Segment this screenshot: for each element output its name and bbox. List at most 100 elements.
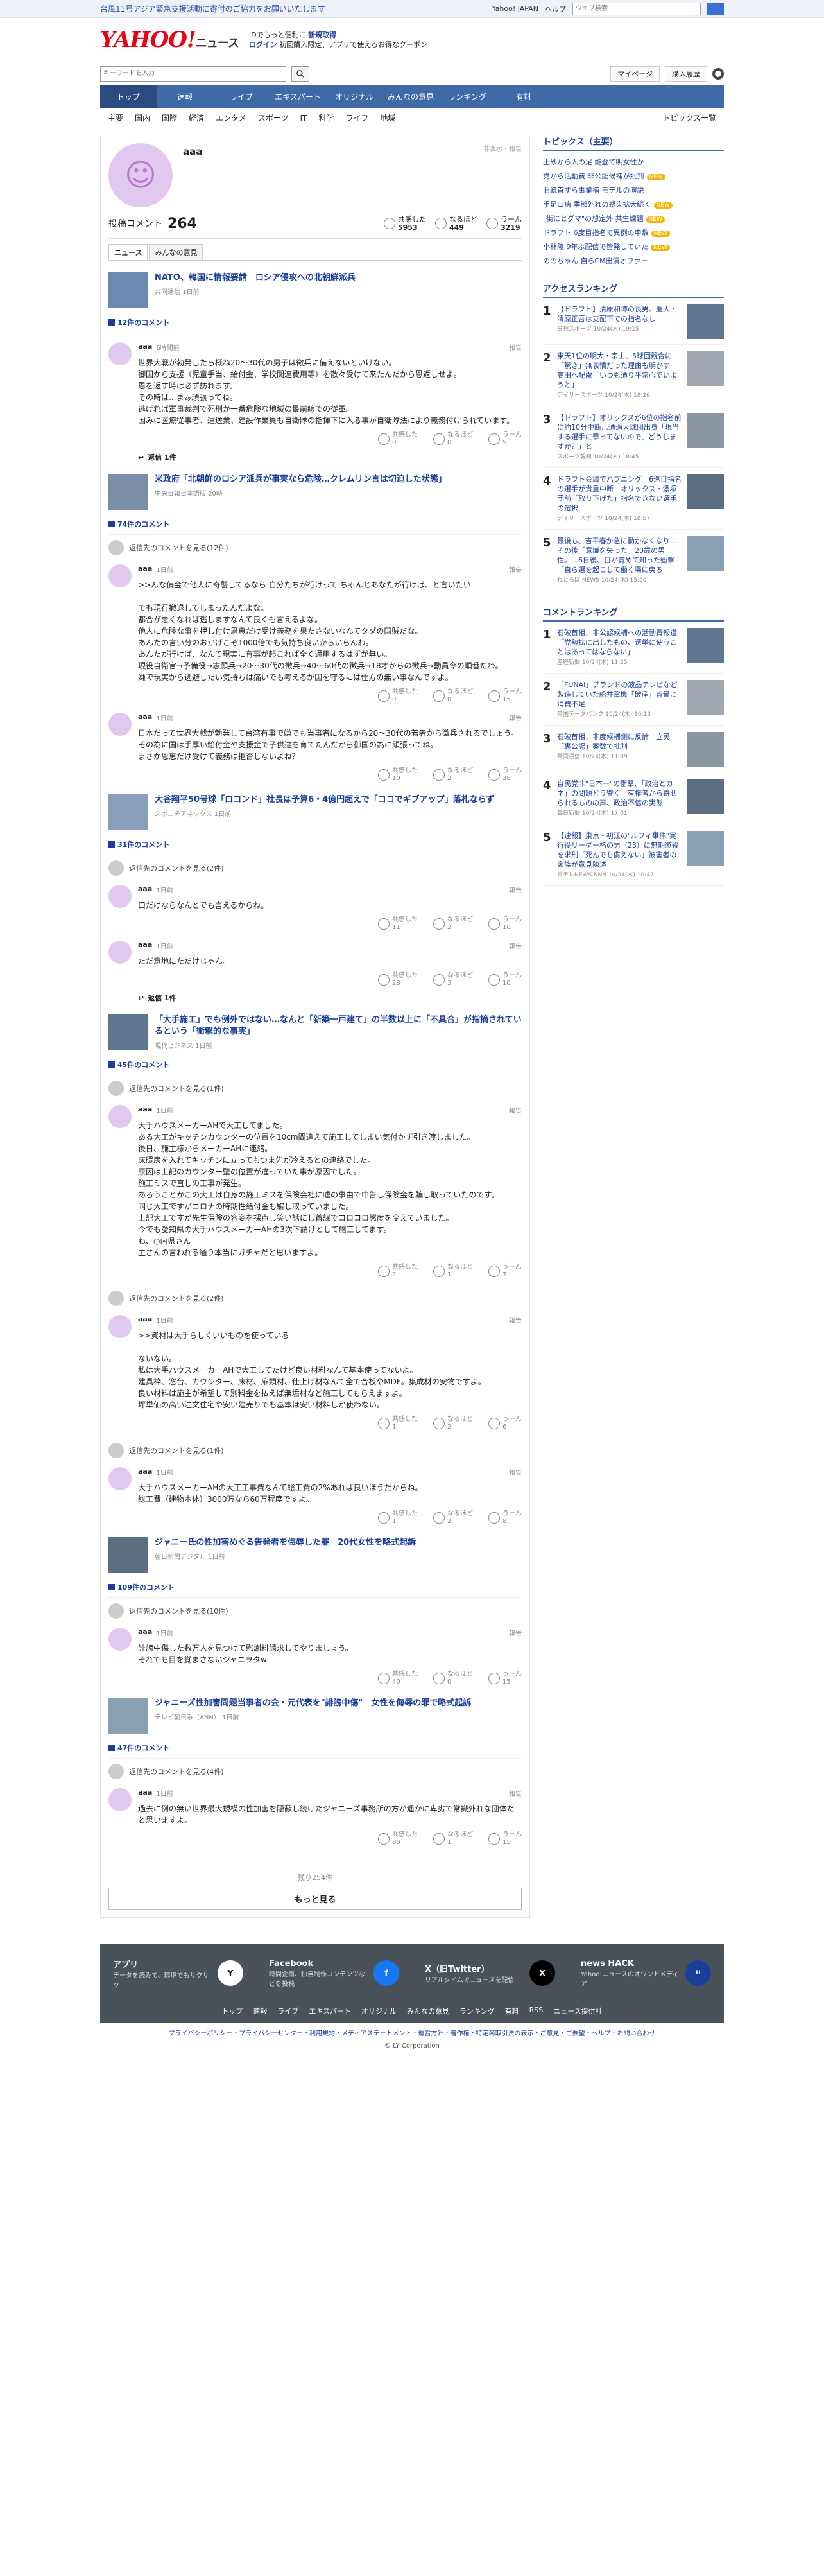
ranking-item[interactable]: 5 最後も、吉平春か急に動かなくなり…その後「意識を失った」20歳の男性。…6日後…	[543, 536, 724, 591]
report-link[interactable]: 報告	[509, 1467, 522, 1477]
gnav-opinions[interactable]: みんなの意見	[382, 85, 439, 108]
insight-button[interactable]: なるほど 0	[433, 688, 473, 704]
comment-author[interactable]: aaa	[138, 713, 152, 722]
empathy-button[interactable]: 共感した 0	[378, 688, 418, 704]
parent-comment-link[interactable]: 返信先のコメントを見る(12件)	[108, 540, 522, 555]
load-more-button[interactable]: もっと見る	[108, 1888, 522, 1910]
footer-nav-link[interactable]: ニュース提供社	[553, 2006, 602, 2016]
hmm-button[interactable]: うーん 38	[488, 767, 522, 783]
report-link[interactable]: 報告	[509, 713, 522, 722]
hmm-button[interactable]: うーん 6	[488, 1416, 522, 1431]
comment-count-link[interactable]: 109件のコメント	[108, 1582, 522, 1598]
gnav-breaking[interactable]: 速報	[157, 85, 213, 108]
gnav-expert[interactable]: エキスパート	[270, 85, 326, 108]
empathy-button[interactable]: 共感した 1	[378, 1510, 418, 1526]
gnav-ranking[interactable]: ランキング	[439, 85, 495, 108]
empathy-button[interactable]: 共感した 2	[378, 1264, 418, 1279]
footer-nav-link[interactable]: 有料	[505, 2006, 519, 2016]
ranking-item[interactable]: 3 【ドラフト】オリックスが6位の指名前に約10分中断…通過大球団出身「現当する選…	[543, 413, 724, 468]
cat-entertainment[interactable]: エンタメ	[216, 112, 246, 123]
comment-author[interactable]: aaa	[138, 885, 152, 894]
report-link[interactable]: 報告	[509, 1315, 522, 1325]
parent-comment-link[interactable]: 返信先のコメントを見る(1件)	[108, 1443, 522, 1458]
hmm-button[interactable]: うーん 8	[488, 1510, 522, 1526]
topic-item[interactable]: ドラフト 6度目指名で異例の申敷 NEW	[543, 225, 724, 239]
hmm-button[interactable]: うーん 7	[488, 1264, 522, 1279]
empathy-button[interactable]: 共感した 1	[378, 1416, 418, 1431]
comment-count-link[interactable]: 12件のコメント	[108, 317, 522, 333]
cat-world[interactable]: 国際	[162, 112, 177, 123]
footer-nav-link[interactable]: ランキング	[459, 2006, 495, 2016]
parent-comment-link[interactable]: 返信先のコメントを見る(4件)	[108, 1764, 522, 1779]
parent-comment-link[interactable]: 返信先のコメントを見る(2件)	[108, 860, 522, 876]
topic-item[interactable]: 土砂から人の足 能登で明女性か	[543, 155, 724, 169]
comment-author[interactable]: aaa	[138, 342, 152, 352]
footer-facebook[interactable]: Facebook 時間企画、独自制作コンテンツなどを投稿 f	[269, 1953, 399, 1994]
hmm-button[interactable]: うーん 5	[488, 431, 522, 447]
ranking-item[interactable]: 4 ドラフト会議でハプニング 6巡目指名の選手が貴重中断 オリックス・濃塚団前「取…	[543, 474, 724, 530]
article-title[interactable]: NATO、韓国に情報要請 ロシア侵攻への北朝鮮派兵	[155, 272, 356, 284]
insight-button[interactable]: なるほど 0	[433, 431, 473, 447]
comment-count-link[interactable]: 45件のコメント	[108, 1059, 522, 1075]
reply-link[interactable]: ↩ 返信 1件	[138, 993, 522, 1003]
gnav-live[interactable]: ライブ	[213, 85, 270, 108]
parent-comment-link[interactable]: 返信先のコメントを見る(10件)	[108, 1603, 522, 1619]
report-link[interactable]: 報告	[509, 564, 522, 574]
article-title[interactable]: 大谷翔平50号球「ロコンド」社長は予算6・4億円超えで「ココでギブアップ」落札な…	[155, 794, 495, 806]
ranking-item[interactable]: 1 石破首相、非公認候補への活動費報道「党勢拡に出したもの、選挙に使うことはあって…	[543, 628, 724, 674]
article-title[interactable]: ジャニー氏の性加害めぐる告発者を侮辱した罪 20代女性を略式起訴	[155, 1537, 416, 1549]
legal-links[interactable]: プライバシーポリシー・プライバシーセンター・利用規約・メディアステートメント・運…	[100, 2023, 724, 2042]
cat-sports[interactable]: スポーツ	[258, 112, 289, 123]
help-link[interactable]: ヘルプ	[545, 4, 566, 14]
footer-nav-link[interactable]: RSS	[529, 2006, 544, 2016]
footer-nav-link[interactable]: トップ	[221, 2006, 243, 2016]
article-title[interactable]: 「大手施工」でも例外ではない…なんと「新築一戸建て」の半数以上に「不具合」が指摘…	[155, 1014, 522, 1038]
comment-count-link[interactable]: 31件のコメント	[108, 839, 522, 855]
gnav-paid[interactable]: 有料	[495, 85, 552, 108]
topic-item[interactable]: 手足口病 季節外れの感染拡大続く NEW	[543, 197, 724, 211]
report-link[interactable]: 報告	[509, 1788, 522, 1798]
report-link[interactable]: 報告	[509, 1105, 522, 1115]
topic-item[interactable]: ののちゃん 自らCM出演オファー	[543, 254, 724, 268]
parent-comment-link[interactable]: 返信先のコメントを見る(1件)	[108, 1081, 522, 1096]
web-search-input[interactable]	[572, 2, 701, 15]
cat-economy[interactable]: 経済	[189, 112, 204, 123]
topic-item[interactable]: 党から活動費 非公認候補が批判 NEW	[543, 169, 724, 183]
footer-nav-link[interactable]: エキスパート	[309, 2006, 351, 2016]
cat-local[interactable]: 地域	[380, 112, 395, 123]
insight-button[interactable]: なるほど 3	[433, 972, 473, 988]
footer-nav-link[interactable]: 速報	[253, 2006, 267, 2016]
insight-button[interactable]: なるほど 0	[433, 1671, 473, 1686]
insight-button[interactable]: なるほど 2	[433, 1510, 473, 1526]
keyword-search-input[interactable]	[100, 65, 286, 82]
yahoo-news-logo[interactable]: YAHOO!ニュース	[100, 27, 239, 53]
article-thumbnail[interactable]	[108, 1537, 148, 1573]
yahoo-japan-link[interactable]: Yahoo! JAPAN	[492, 4, 538, 13]
comment-author[interactable]: aaa	[138, 564, 152, 574]
purchase-history-button[interactable]: 購入履歴	[665, 65, 707, 82]
comment-author[interactable]: aaa	[138, 1467, 152, 1477]
signup-link[interactable]: 新規取得	[308, 31, 336, 39]
footer-nav-link[interactable]: みんなの意見	[407, 2006, 449, 2016]
ranking-item[interactable]: 1 【ドラフト】清原和博の長男、慶大・清原正吾は支配下での指名なし 日刊スポーツ 1…	[543, 304, 724, 345]
hmm-button[interactable]: うーん 10	[488, 916, 522, 932]
footer-newshack[interactable]: news HACK Yahoo!ニュースのオウンドメディア H	[581, 1953, 711, 1994]
insight-button[interactable]: なるほど 2	[433, 916, 473, 932]
report-link[interactable]: 報告	[509, 1628, 522, 1637]
hide-report-link[interactable]: 非表示・報告	[483, 143, 522, 207]
topics-list-link[interactable]: トピックス一覧	[662, 112, 716, 123]
report-link[interactable]: 報告	[509, 885, 522, 894]
gnav-original[interactable]: オリジナル	[326, 85, 382, 108]
comment-author[interactable]: aaa	[138, 941, 152, 950]
cat-it[interactable]: IT	[300, 114, 307, 123]
insight-button[interactable]: なるほど 1	[433, 1264, 473, 1279]
topic-item[interactable]: 小林陵 9年ぶ配信で皆発していた NEW	[543, 239, 724, 254]
web-search-button[interactable]	[707, 2, 724, 15]
footer-x[interactable]: X（旧Twitter） リアルタイムでニュースを配信 X	[425, 1953, 555, 1994]
comment-count-link[interactable]: 47件のコメント	[108, 1743, 522, 1759]
comment-author[interactable]: aaa	[138, 1628, 152, 1637]
search-button[interactable]	[291, 65, 309, 82]
comment-author[interactable]: aaa	[138, 1315, 152, 1325]
cat-main[interactable]: 主要	[108, 112, 123, 123]
empathy-button[interactable]: 共感した 11	[378, 916, 418, 932]
